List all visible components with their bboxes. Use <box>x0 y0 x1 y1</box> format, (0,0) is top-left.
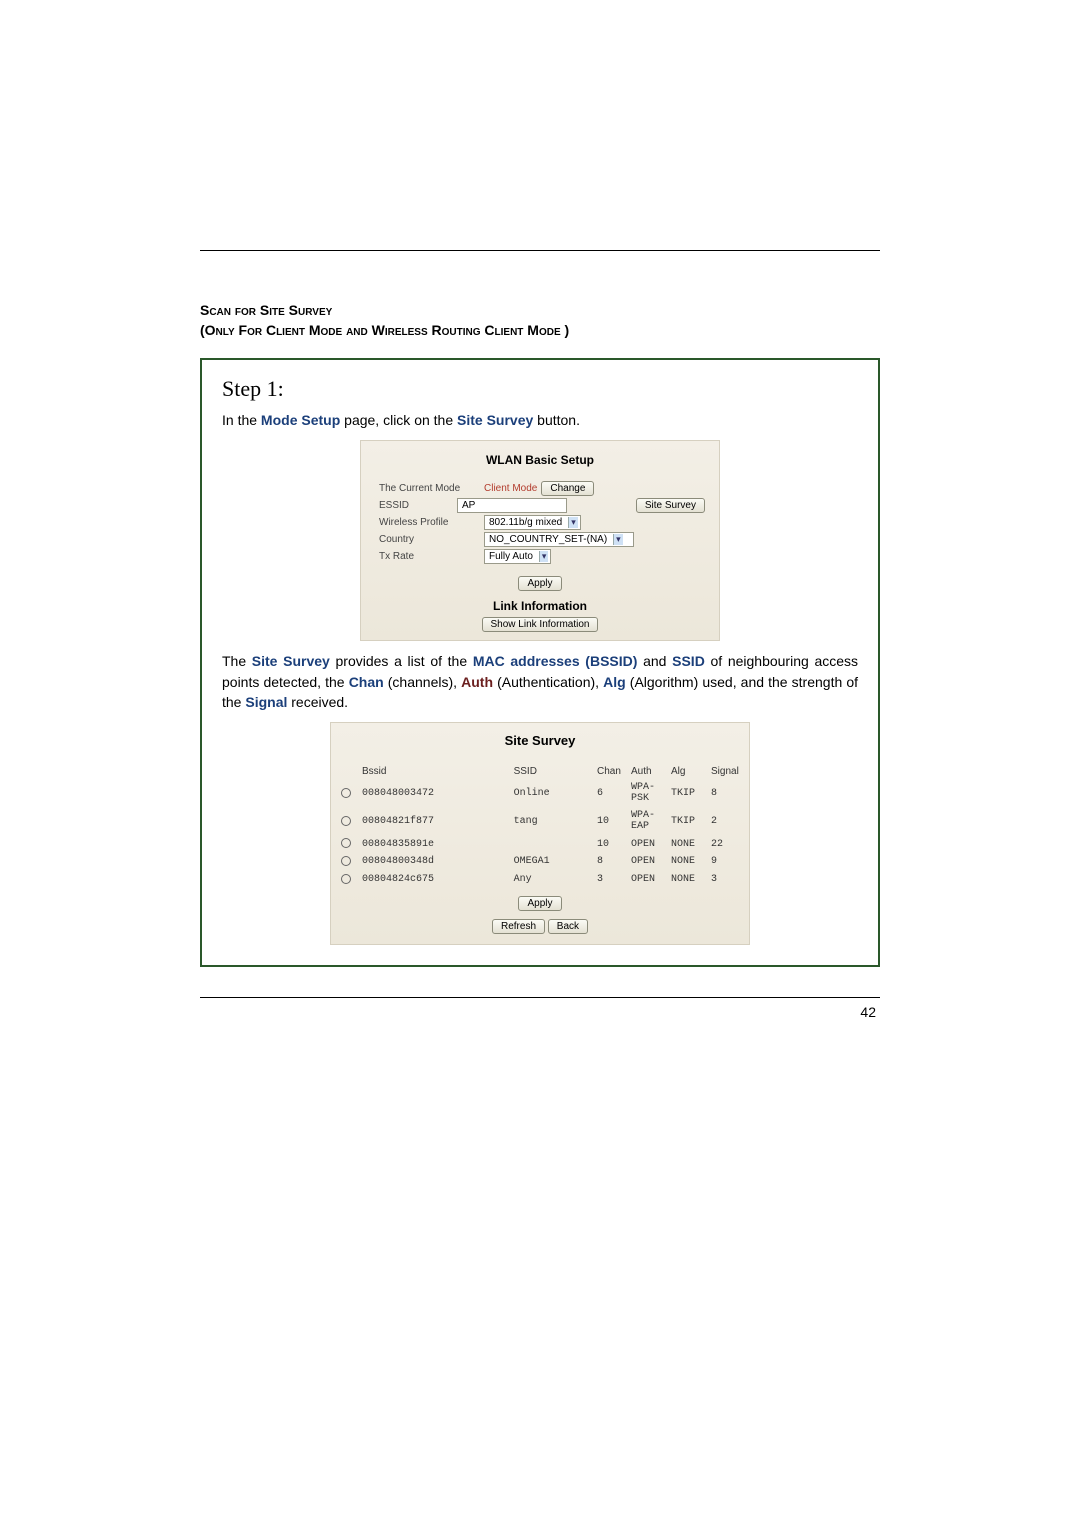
cell-ssid: tang <box>510 807 593 835</box>
table-row[interactable]: 00804824c675Any3OPENNONE3 <box>337 871 743 889</box>
t: (Authentication), <box>493 674 603 690</box>
t: received. <box>287 694 348 710</box>
cell-bssid: 00804835891e <box>358 835 510 853</box>
cell-bssid: 00804821f877 <box>358 807 510 835</box>
cell-alg: NONE <box>667 835 707 853</box>
link-info-title: Link Information <box>369 591 711 617</box>
cell-signal: 8 <box>707 779 743 807</box>
row-radio[interactable] <box>341 838 351 848</box>
wlan-apply-button[interactable]: Apply <box>518 576 561 591</box>
cell-bssid: 00804800348d <box>358 853 510 871</box>
t: (channels), <box>384 674 461 690</box>
kw-alg: Alg <box>603 674 626 690</box>
cell-ssid: Online <box>510 779 593 807</box>
page-number: 42 <box>200 998 880 1020</box>
kw-site-survey: Site Survey <box>252 653 330 669</box>
cell-signal: 3 <box>707 871 743 889</box>
cell-auth: OPEN <box>627 835 667 853</box>
essid-label: ESSID <box>369 500 457 511</box>
t: page, click on the <box>340 412 457 428</box>
cell-ssid <box>510 835 593 853</box>
cell-bssid: 008048003472 <box>358 779 510 807</box>
site-survey-kw: Site Survey <box>457 412 533 428</box>
essid-input[interactable]: AP <box>457 498 567 513</box>
heading-line2: (Only For Client Mode and Wireless Routi… <box>200 321 880 341</box>
wireless-profile-label: Wireless Profile <box>369 517 484 528</box>
intro-text: In the Mode Setup page, click on the Sit… <box>222 410 858 430</box>
back-button[interactable]: Back <box>548 919 588 934</box>
show-link-info-button[interactable]: Show Link Information <box>482 617 599 632</box>
th-bssid: Bssid <box>358 764 510 779</box>
table-row[interactable]: 008048003472Online6WPA-PSKTKIP8 <box>337 779 743 807</box>
txrate-select[interactable]: Fully Auto <box>484 549 551 564</box>
cell-signal: 22 <box>707 835 743 853</box>
t: button. <box>533 412 580 428</box>
cell-auth: WPA-EAP <box>627 807 667 835</box>
th-signal: Signal <box>707 764 743 779</box>
row-radio[interactable] <box>341 874 351 884</box>
step-label: Step 1: <box>222 376 858 402</box>
table-row[interactable]: 00804821f877tang10WPA-EAPTKIP2 <box>337 807 743 835</box>
row-radio[interactable] <box>341 856 351 866</box>
cell-alg: NONE <box>667 853 707 871</box>
th-ssid: SSID <box>510 764 593 779</box>
cell-alg: TKIP <box>667 779 707 807</box>
table-row[interactable]: 00804800348dOMEGA18OPENNONE9 <box>337 853 743 871</box>
cell-chan: 10 <box>593 807 627 835</box>
wireless-profile-select[interactable]: 802.11b/g mixed <box>484 515 581 530</box>
refresh-button[interactable]: Refresh <box>492 919 545 934</box>
cell-auth: OPEN <box>627 853 667 871</box>
cell-alg: NONE <box>667 871 707 889</box>
description-text: The Site Survey provides a list of the M… <box>222 651 858 712</box>
th-auth: Auth <box>627 764 667 779</box>
section-heading: Scan for Site Survey (Only For Client Mo… <box>200 301 880 340</box>
content-panel: Step 1: In the Mode Setup page, click on… <box>200 358 880 967</box>
current-mode-label: The Current Mode <box>369 483 484 494</box>
site-survey-button[interactable]: Site Survey <box>636 498 705 513</box>
wlan-basic-setup-box: WLAN Basic Setup The Current Mode Client… <box>360 440 720 641</box>
table-row[interactable]: 00804835891e 10OPENNONE22 <box>337 835 743 853</box>
t: provides a list of the <box>330 653 473 669</box>
cell-chan: 3 <box>593 871 627 889</box>
survey-apply-button[interactable]: Apply <box>518 896 561 911</box>
country-select[interactable]: NO_COUNTRY_SET-(NA) <box>484 532 634 547</box>
row-radio[interactable] <box>341 788 351 798</box>
cell-ssid: OMEGA1 <box>510 853 593 871</box>
t: In the <box>222 412 261 428</box>
site-survey-title: Site Survey <box>337 729 743 764</box>
mode-setup-kw: Mode Setup <box>261 412 340 428</box>
row-radio[interactable] <box>341 816 351 826</box>
change-button[interactable]: Change <box>541 481 594 496</box>
kw-auth: Auth <box>461 674 493 690</box>
wlan-title: WLAN Basic Setup <box>369 449 711 479</box>
kw-ssid: SSID <box>672 653 705 669</box>
kw-mac: MAC addresses (BSSID) <box>473 653 638 669</box>
heading-line1: Scan for Site Survey <box>200 302 332 318</box>
cell-auth: WPA-PSK <box>627 779 667 807</box>
cell-chan: 10 <box>593 835 627 853</box>
kw-signal: Signal <box>245 694 287 710</box>
cell-ssid: Any <box>510 871 593 889</box>
current-mode-value: Client Mode <box>484 483 537 494</box>
cell-alg: TKIP <box>667 807 707 835</box>
txrate-label: Tx Rate <box>369 551 484 562</box>
kw-chan: Chan <box>349 674 384 690</box>
cell-signal: 2 <box>707 807 743 835</box>
th-chan: Chan <box>593 764 627 779</box>
t: The <box>222 653 252 669</box>
cell-signal: 9 <box>707 853 743 871</box>
t: and <box>637 653 672 669</box>
site-survey-box: Site Survey Bssid SSID Chan Auth Alg Sig… <box>330 722 750 945</box>
cell-bssid: 00804824c675 <box>358 871 510 889</box>
cell-auth: OPEN <box>627 871 667 889</box>
cell-chan: 8 <box>593 853 627 871</box>
cell-chan: 6 <box>593 779 627 807</box>
site-survey-table: Bssid SSID Chan Auth Alg Signal 00804800… <box>337 764 743 888</box>
top-divider <box>200 250 880 251</box>
th-alg: Alg <box>667 764 707 779</box>
country-label: Country <box>369 534 484 545</box>
